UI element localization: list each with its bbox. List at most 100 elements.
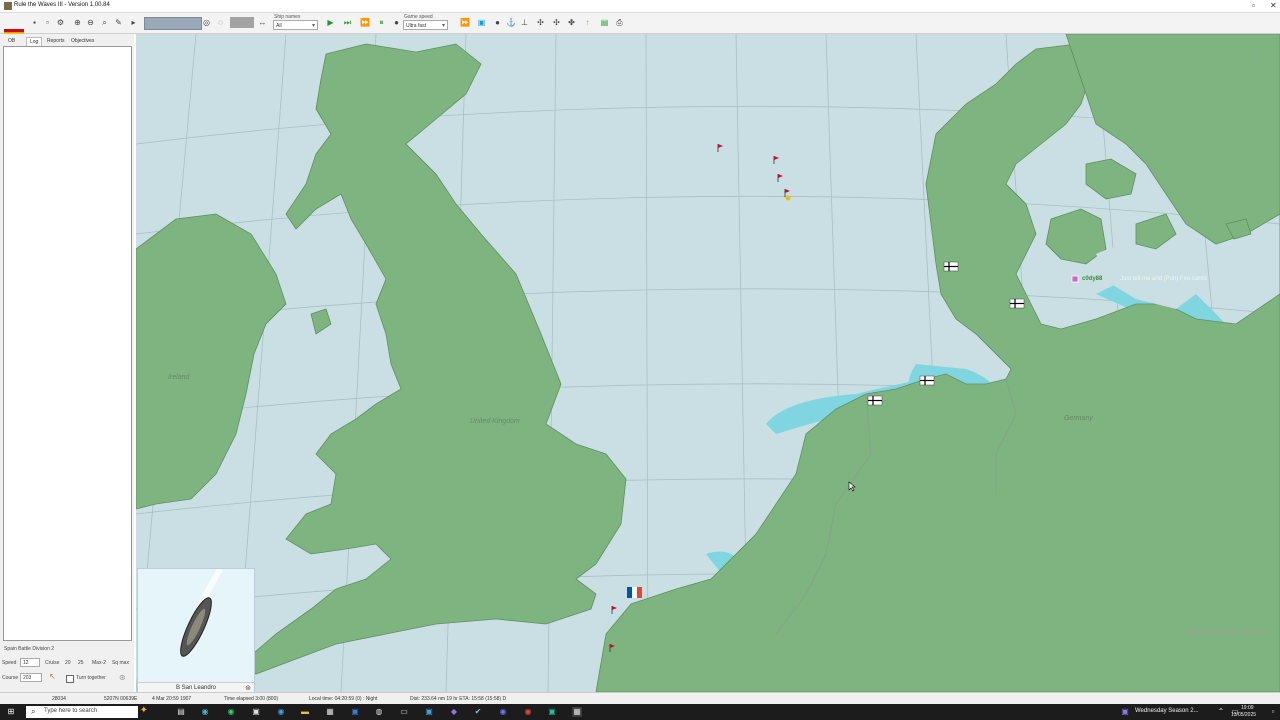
fleet-marker xyxy=(773,156,779,164)
split-icon[interactable]: ✣ xyxy=(552,18,561,27)
tab-reports[interactable]: Reports xyxy=(44,37,68,45)
log-list[interactable] xyxy=(3,46,132,641)
course-input[interactable]: 203 xyxy=(20,673,42,682)
rule-the-waves-taskbar-icon[interactable]: ▦ xyxy=(572,707,582,717)
document-icon[interactable]: ▫ xyxy=(43,18,52,27)
status-position: 5207N 00639E xyxy=(104,696,138,702)
arrow-icon[interactable]: ↔ xyxy=(258,18,267,27)
division-label: Spain Battle Division 2 xyxy=(4,646,55,652)
range-icon[interactable]: ◌ xyxy=(216,18,225,27)
browser-icon[interactable]: ◉ xyxy=(276,707,286,717)
play-icon[interactable]: ▶ xyxy=(326,18,335,27)
whatsapp-icon[interactable]: ◉ xyxy=(226,707,236,717)
record-icon[interactable]: ● xyxy=(392,18,401,27)
label-ireland: Ireland xyxy=(168,374,190,381)
fast-forward-icon[interactable]: ⏩ xyxy=(360,18,370,27)
player-marker xyxy=(1071,275,1079,283)
wheel-icon[interactable]: ⊛ xyxy=(119,673,126,682)
ship-names-select[interactable]: All xyxy=(273,20,318,31)
export-icon[interactable]: ▤ xyxy=(600,18,609,27)
status-distance: Dist: 233.64 nm 19 hr ETA: 15:58 (15:58)… xyxy=(410,696,507,702)
tab-log[interactable]: Log xyxy=(26,37,43,46)
tab-ob[interactable]: OB xyxy=(5,37,18,45)
label-germany: Germany xyxy=(1064,415,1093,422)
german-flag-marker xyxy=(919,375,935,386)
detach-icon[interactable]: ✤ xyxy=(567,18,576,27)
zoom-icon[interactable]: ⌕ xyxy=(100,18,109,27)
player-note: Just tell me and (Pun) Fire cards xyxy=(1120,276,1207,282)
clock-date[interactable]: 13/05/2025 xyxy=(1231,712,1256,718)
fleet-marker xyxy=(717,144,723,152)
save-icon[interactable]: ▪ xyxy=(30,18,39,27)
outlook-icon[interactable]: ▣ xyxy=(350,707,360,717)
windows-start-icon[interactable]: ⊞ xyxy=(6,707,16,717)
task-view-icon[interactable]: ▤ xyxy=(176,707,186,717)
torpedo-icon[interactable]: ⊥ xyxy=(520,18,529,27)
game-speed-select[interactable]: Ultra fast xyxy=(403,20,448,31)
ship-card[interactable]: B San Leandro ⊛ xyxy=(137,567,255,694)
copilot-icon[interactable]: ✦ xyxy=(140,705,148,716)
app-icon xyxy=(4,2,12,10)
check-icon[interactable]: ✔ xyxy=(473,707,483,717)
title-bar: Rule the Waves III - Version 1.00.84 ▫ ✕ xyxy=(0,0,1280,13)
close-icon[interactable]: ✕ xyxy=(1270,1,1277,10)
formation-icon[interactable]: ✣ xyxy=(536,18,545,27)
restore-icon[interactable]: ▫ xyxy=(1252,1,1255,10)
widget-icon[interactable]: ▣ xyxy=(1120,707,1130,717)
speed-preset-cruise[interactable]: Cruise xyxy=(45,660,59,666)
label-united-kingdom: United Kingdom xyxy=(470,418,520,425)
french-flag-marker xyxy=(627,587,642,598)
pause-icon[interactable]: ⏸ xyxy=(377,18,386,27)
turn-together-checkbox[interactable] xyxy=(66,675,74,683)
mode-button[interactable] xyxy=(230,17,254,28)
taskbar-search[interactable]: ⌕ Type here to search ✦ xyxy=(26,705,148,718)
tab-objectives[interactable]: Objectives xyxy=(68,37,97,45)
land xyxy=(136,34,1280,692)
tray-chevron-icon[interactable]: ⌃ xyxy=(1216,707,1226,717)
globe-icon[interactable]: ● xyxy=(493,18,502,27)
zoom-out-icon[interactable]: ⊖ xyxy=(86,18,95,27)
turn-together-label: Turn together xyxy=(76,675,106,681)
formation-button-group[interactable] xyxy=(144,17,202,30)
settings-icon[interactable]: ⚙ xyxy=(56,18,65,27)
notification-icon[interactable]: ▫ xyxy=(1268,707,1278,717)
print-icon[interactable]: ⎙ xyxy=(615,18,624,27)
chrome-icon[interactable]: ◉ xyxy=(523,707,533,717)
up-arrow-icon[interactable]: ↑ xyxy=(583,18,592,27)
lock-icon[interactable]: ⊛ xyxy=(245,684,251,692)
edge-icon[interactable]: ◉ xyxy=(200,707,210,717)
file-explorer-icon[interactable]: ▬ xyxy=(300,707,310,717)
speed-preset-25[interactable]: 25 xyxy=(78,660,84,666)
clock-time[interactable]: 19:09 xyxy=(1241,705,1254,711)
screen-icon[interactable]: ▣ xyxy=(477,18,486,27)
german-flag-marker xyxy=(1009,298,1025,309)
terminal-icon[interactable]: ▭ xyxy=(399,707,409,717)
measure-icon[interactable]: ✎ xyxy=(114,18,123,27)
app-icon-generic[interactable]: ▣ xyxy=(251,707,261,717)
obs-icon[interactable]: ▣ xyxy=(547,707,557,717)
map-canvas[interactable] xyxy=(136,34,1280,692)
status-time-elapsed: Time elapsed 3:00 (800) xyxy=(224,696,279,702)
search-placeholder: Type here to search xyxy=(44,708,98,714)
store-icon[interactable]: ▦ xyxy=(325,707,335,717)
steam-icon[interactable]: ◍ xyxy=(374,707,384,717)
turbo-icon[interactable]: ⏩ xyxy=(460,18,470,27)
speed-preset-20[interactable]: 20 xyxy=(65,660,71,666)
zoom-in-icon[interactable]: ⊕ xyxy=(73,18,82,27)
ships-icon[interactable]: ⚓ xyxy=(506,18,516,27)
map-corner-arrow-icon[interactable]: ↖ xyxy=(1250,46,1258,57)
discord-icon[interactable]: ◉ xyxy=(498,707,508,717)
speed-preset-sqmax[interactable]: Sq max xyxy=(112,660,129,666)
status-datetime: 4 Mar 20:59 1907 xyxy=(152,696,192,702)
compass-icon[interactable]: ◎ xyxy=(202,18,211,27)
cursor-icon[interactable]: ▸ xyxy=(129,18,138,27)
fleet-marker xyxy=(784,189,791,201)
course-arrow-icon[interactable]: ↖ xyxy=(49,672,56,681)
widget-text[interactable]: Wednesday Season 2... xyxy=(1135,708,1199,714)
speed-input[interactable]: 12 xyxy=(20,658,40,667)
map-view[interactable]: Ireland United Kingdom Germany c0dy88 Ju… xyxy=(136,34,1280,692)
speed-preset-max2[interactable]: Max-2 xyxy=(92,660,106,666)
photos-icon[interactable]: ▣ xyxy=(424,707,434,717)
step-forward-icon[interactable]: ⏭ xyxy=(343,18,352,27)
visual-studio-icon[interactable]: ◆ xyxy=(449,707,459,717)
